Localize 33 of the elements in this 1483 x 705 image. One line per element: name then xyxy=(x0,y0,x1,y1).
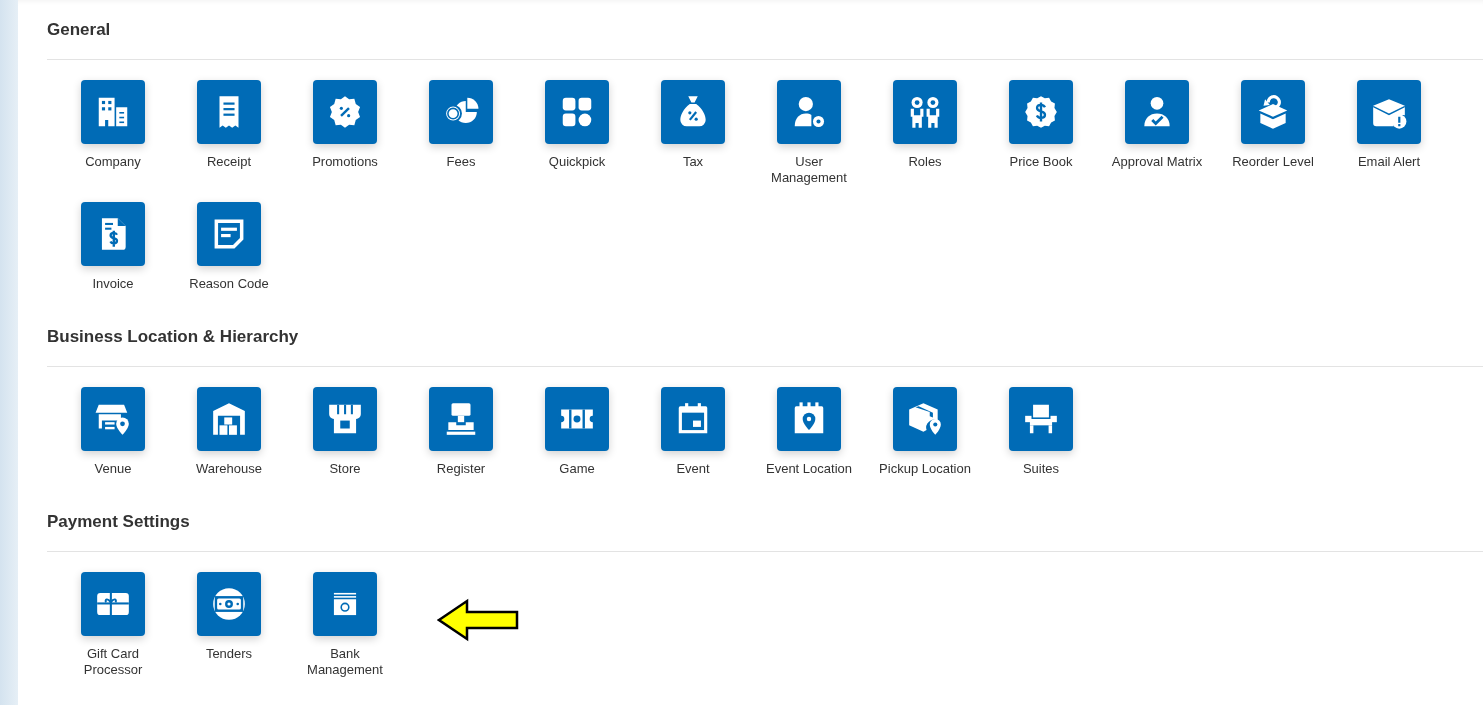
settings-shortcut[interactable]: Fees xyxy=(403,80,519,186)
settings-shortcut[interactable]: Email Alert xyxy=(1331,80,1447,186)
settings-shortcut[interactable]: Bank Management xyxy=(287,572,403,678)
settings-shortcut[interactable]: Tax xyxy=(635,80,751,186)
settings-shortcut[interactable]: Invoice xyxy=(55,202,171,308)
section-heading: Business Location & Hierarchy xyxy=(47,326,300,348)
settings-shortcut[interactable]: Gift Card Processor xyxy=(55,572,171,678)
settings-shortcut[interactable]: Receipt xyxy=(171,80,287,186)
settings-shortcut[interactable]: Reorder Level xyxy=(1215,80,1331,186)
pointer-arrow-icon xyxy=(437,598,519,642)
settings-shortcut[interactable]: Event xyxy=(635,387,751,493)
settings-shortcut[interactable]: Warehouse xyxy=(171,387,287,493)
settings-shortcut[interactable]: Company xyxy=(55,80,171,186)
settings-shortcut[interactable]: Tenders xyxy=(171,572,287,678)
settings-shortcut[interactable]: Pickup Location xyxy=(867,387,983,493)
settings-shortcut[interactable]: Game xyxy=(519,387,635,493)
settings-shortcut[interactable]: Quickpick xyxy=(519,80,635,186)
settings-shortcut[interactable]: Venue xyxy=(55,387,171,493)
warehouse-icon xyxy=(210,400,248,438)
settings-shortcut[interactable]: Suites xyxy=(983,387,1099,493)
section-heading: General xyxy=(47,19,112,41)
settings-shortcut[interactable]: Price Book xyxy=(983,80,1099,186)
settings-shortcut[interactable]: Reason Code xyxy=(171,202,287,308)
settings-shortcut[interactable]: Store xyxy=(287,387,403,493)
settings-shortcut[interactable]: Approval Matrix xyxy=(1099,80,1215,186)
settings-shortcut[interactable]: Promotions xyxy=(287,80,403,186)
settings-shortcut[interactable]: Register xyxy=(403,387,519,493)
dollar-badge-icon xyxy=(1022,93,1060,131)
package-pin-icon xyxy=(906,400,944,438)
settings-shortcut[interactable]: Event Location xyxy=(751,387,867,493)
settings-shortcut[interactable]: Roles xyxy=(867,80,983,186)
section-heading: Payment Settings xyxy=(47,511,191,533)
settings-shortcut[interactable]: User Management xyxy=(751,80,867,186)
